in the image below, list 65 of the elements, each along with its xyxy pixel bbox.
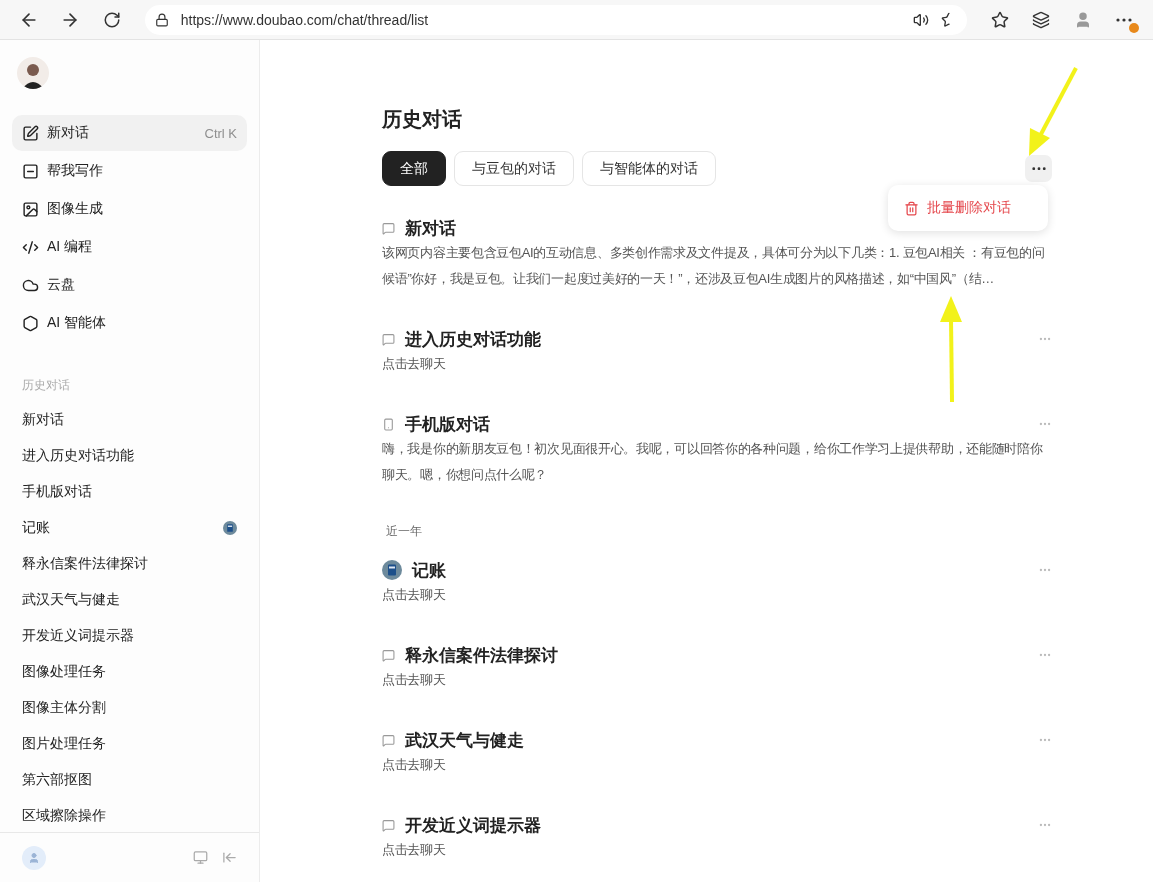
phone-icon	[382, 417, 395, 431]
image-icon	[22, 200, 39, 218]
chat-bubble-icon	[382, 648, 395, 662]
star-icon	[990, 10, 1009, 29]
chat-bubble-icon	[382, 221, 395, 235]
conversation-title[interactable]: 释永信案件法律探讨	[405, 643, 1028, 667]
monitor-icon[interactable]	[193, 850, 208, 865]
filter-tab[interactable]: 与豆包的对话	[454, 151, 574, 186]
more-options-button[interactable]	[1025, 155, 1052, 182]
history-item[interactable]: 手机版对话	[12, 474, 247, 510]
page-title: 历史对话	[382, 107, 463, 132]
filter-tab[interactable]: 与智能体的对话	[582, 151, 716, 186]
conversation-summary: 点击去聊天	[382, 756, 447, 774]
nav-item[interactable]: AI 编程	[12, 229, 247, 265]
trash-icon	[904, 200, 919, 216]
conversation-title[interactable]: 手机版对话	[405, 412, 1028, 436]
filter-tab[interactable]: 全部	[382, 151, 446, 186]
history-item[interactable]: 开发近义词提示器	[12, 618, 247, 654]
nav-item[interactable]: 新对话 Ctrl K	[12, 115, 247, 151]
conversation-title[interactable]: 记账	[412, 558, 1028, 582]
notebook-avatar-icon	[223, 521, 237, 535]
conversation-summary: 点击去聊天	[382, 355, 447, 373]
history-item[interactable]: 图像处理任务	[12, 654, 247, 690]
history-item[interactable]: 区域擦除操作	[12, 798, 247, 832]
conversation-title[interactable]: 武汉天气与健走	[405, 728, 1028, 752]
user-avatar[interactable]	[17, 57, 49, 89]
history-item[interactable]: 第六部抠图	[12, 762, 247, 798]
nav-item[interactable]: AI 智能体	[12, 305, 247, 341]
address-bar[interactable]: https://www.doubao.com/chat/thread/list	[144, 4, 967, 35]
history-item[interactable]: 武汉天气与健走	[12, 582, 247, 618]
more-icon	[1116, 17, 1133, 22]
conversation-summary: 点击去聊天	[382, 586, 447, 604]
conversation-summary: 点击去聊天	[382, 841, 447, 859]
refresh-icon	[102, 10, 121, 29]
history-item[interactable]: 记账	[12, 510, 247, 546]
conversation-title[interactable]: 开发近义词提示器	[405, 813, 1028, 837]
conversation-summary: 点击去聊天	[382, 671, 447, 689]
history-item[interactable]: 释永信案件法律探讨	[12, 546, 247, 582]
layers-icon	[1032, 10, 1051, 29]
chat-bubble-icon	[382, 733, 395, 747]
conversation-title[interactable]: 进入历史对话功能	[405, 327, 1028, 351]
chat-bubble-icon	[382, 818, 395, 832]
lock-icon	[154, 12, 169, 27]
code-icon	[22, 238, 39, 256]
section-heading: 历史对话	[21, 377, 71, 394]
collapse-sidebar-icon[interactable]	[222, 850, 237, 865]
chat-bubble-icon	[382, 332, 395, 346]
history-item[interactable]: 图片处理任务	[12, 726, 247, 762]
pen-square-icon	[22, 124, 39, 142]
notebook-avatar-icon	[382, 560, 402, 580]
account-avatar[interactable]	[22, 845, 46, 870]
menu-item[interactable]: 批量删除对话	[888, 185, 1048, 231]
nav-item[interactable]: 云盘	[12, 267, 247, 303]
note-icon	[22, 162, 39, 180]
nav-item[interactable]: 帮我写作	[12, 153, 247, 189]
nav-item[interactable]: 图像生成	[12, 191, 247, 227]
group-heading: 近一年	[385, 523, 423, 540]
history-item[interactable]: 进入历史对话功能	[12, 438, 247, 474]
conversation-summary: 该网页内容主要包含豆包AI的互动信息、多类创作需求及文件提及，具体可分为以下几类：1. 豆包AI相关 ：有豆包的问候语”你好，我是豆包。让我们一起度过美好的一天！”，还涉及豆包AI生成图片的风格描述，如“中国风”（结…	[382, 244, 1046, 288]
history-item[interactable]: 新对话	[12, 402, 247, 438]
conversation-summary: 嗨，我是你的新朋友豆包！初次见面很开心。我呢，可以回答你的各种问题，给你工作学习上提供帮助，还能随时陪你聊天。嗯，你想问点什么呢？	[382, 440, 1044, 484]
hexagon-icon	[22, 314, 39, 332]
history-item[interactable]: 图像主体分割	[12, 690, 247, 726]
speaker-icon[interactable]	[912, 11, 929, 28]
more-icon	[1031, 166, 1046, 171]
